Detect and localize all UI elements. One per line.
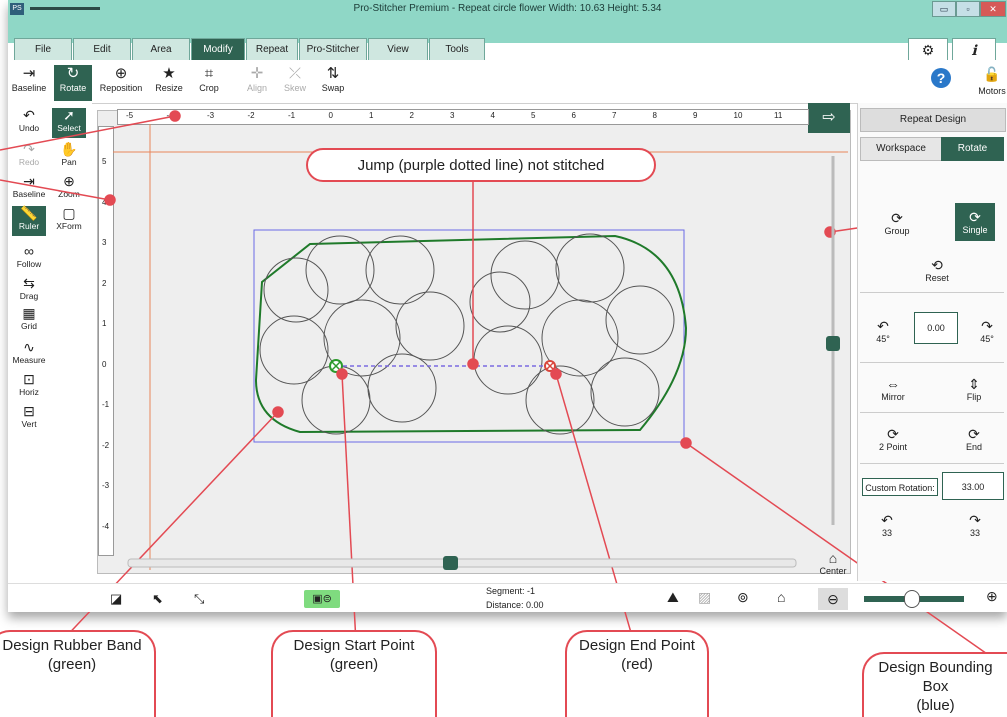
mirror-button[interactable]: ⇔ Mirror — [870, 376, 916, 402]
design-rubber-band — [254, 234, 688, 434]
rotate-left-45-button[interactable]: ↶ 45° — [866, 318, 900, 344]
flower-right — [469, 233, 675, 435]
callout-end-point: Design End Point (red) — [565, 630, 709, 717]
single-label: Single — [962, 225, 988, 235]
divider — [860, 292, 1004, 293]
center-label: Center — [819, 566, 847, 576]
divider — [860, 362, 1004, 363]
rotate-right-45-button[interactable]: ↷ 45° — [970, 318, 1004, 344]
repeat-design-button[interactable]: Repeat Design — [860, 108, 1006, 132]
flip-label: Flip — [966, 392, 982, 402]
zoom-slider-thumb[interactable] — [904, 590, 920, 608]
distance-readout: Distance: 0.00 — [486, 600, 544, 610]
segment-label: Segment: — [486, 586, 525, 596]
single-button[interactable]: ⟳ Single — [955, 203, 995, 241]
rotate-right-custom-label: 33 — [969, 528, 980, 538]
end-button[interactable]: ⟳ End — [954, 426, 994, 452]
callout-jump: Jump (purple dotted line) not stitched — [306, 148, 656, 182]
distance-value: 0.00 — [526, 600, 544, 610]
image-icon: ▨ — [698, 589, 712, 605]
landscape-icon[interactable]: ⛰ — [667, 589, 679, 606]
home-icon: ⌂ — [828, 550, 838, 566]
callout-rubber-band: Design Rubber Band (green) — [0, 630, 156, 717]
tab-workspace[interactable]: Workspace — [860, 137, 942, 161]
rotate-left-custom-button[interactable]: ↶ 33 — [870, 512, 904, 538]
custom-rotation-input[interactable]: 33.00 — [942, 472, 1004, 500]
callout-line-ruler — [0, 115, 176, 151]
mirror-icon: ⇔ — [886, 376, 900, 392]
flip-icon: ⇕ — [968, 376, 980, 392]
divider — [860, 412, 1004, 413]
divider — [860, 463, 1004, 464]
two-point-label: 2 Point — [878, 442, 908, 452]
rotate-right-icon: ↷ — [969, 512, 981, 528]
center-button[interactable]: ⌂ Center — [814, 550, 852, 576]
stitch-mode-icon[interactable]: ▣⊜ — [304, 590, 340, 608]
rotation-value-input[interactable]: 0.00 — [914, 312, 958, 344]
callout-start-point: Design Start Point (green) — [271, 630, 437, 717]
vertical-scroll-thumb — [826, 336, 840, 351]
callout-line-vruler — [0, 179, 111, 201]
zoom-in-icon[interactable]: ⊕ — [986, 588, 998, 605]
flip-button[interactable]: ⇕ Flip — [954, 376, 994, 402]
flower-left — [259, 235, 465, 435]
horizontal-scroll-track — [127, 558, 797, 568]
horizontal-scroll-thumb — [443, 556, 458, 570]
reset-icon: ⟲ — [931, 257, 943, 273]
reset-button[interactable]: ⟲ Reset — [912, 257, 962, 283]
reset-label: Reset — [925, 273, 949, 283]
end-icon: ⟳ — [968, 426, 980, 442]
home-icon[interactable]: ⌂ — [777, 589, 785, 605]
group-icon: ⟳ — [891, 210, 903, 226]
zoom-out-icon[interactable]: ⊖ — [818, 588, 848, 610]
rotate-left-custom-label: 33 — [881, 528, 892, 538]
segment-value: -1 — [527, 586, 536, 596]
rotate-right-custom-button[interactable]: ↷ 33 — [958, 512, 992, 538]
design-bounding-box — [253, 229, 685, 443]
two-point-button[interactable]: ⟳ 2 Point — [870, 426, 916, 452]
two-point-icon: ⟳ — [887, 426, 899, 442]
rotate-right-icon: ↷ — [981, 318, 993, 334]
zoom-fit-icon[interactable]: ⊚ — [737, 589, 749, 606]
segment-readout: Segment: -1 — [486, 586, 535, 596]
custom-rotation-label: Custom Rotation: — [862, 478, 938, 496]
tab-rotate[interactable]: Rotate — [941, 137, 1004, 161]
end-label: End — [965, 442, 982, 452]
rotate-left-icon: ↶ — [877, 318, 889, 334]
rotate-left-45-label: 45° — [876, 334, 890, 344]
group-label: Group — [884, 226, 910, 236]
callout-bounding-box: Design Bounding Box (blue) — [862, 652, 1007, 717]
group-button[interactable]: ⟳ Group — [872, 210, 922, 236]
rotate-right-45-label: 45° — [980, 334, 994, 344]
select-node-icon[interactable]: ⬉ — [152, 591, 163, 607]
mirror-label: Mirror — [881, 392, 905, 402]
select-box-icon[interactable]: ◪ — [110, 591, 122, 607]
select-multi-icon[interactable]: ⤡ — [194, 591, 204, 607]
single-icon: ⟳ — [969, 209, 981, 225]
rotate-left-icon: ↶ — [881, 512, 893, 528]
distance-label: Distance: — [486, 600, 524, 610]
